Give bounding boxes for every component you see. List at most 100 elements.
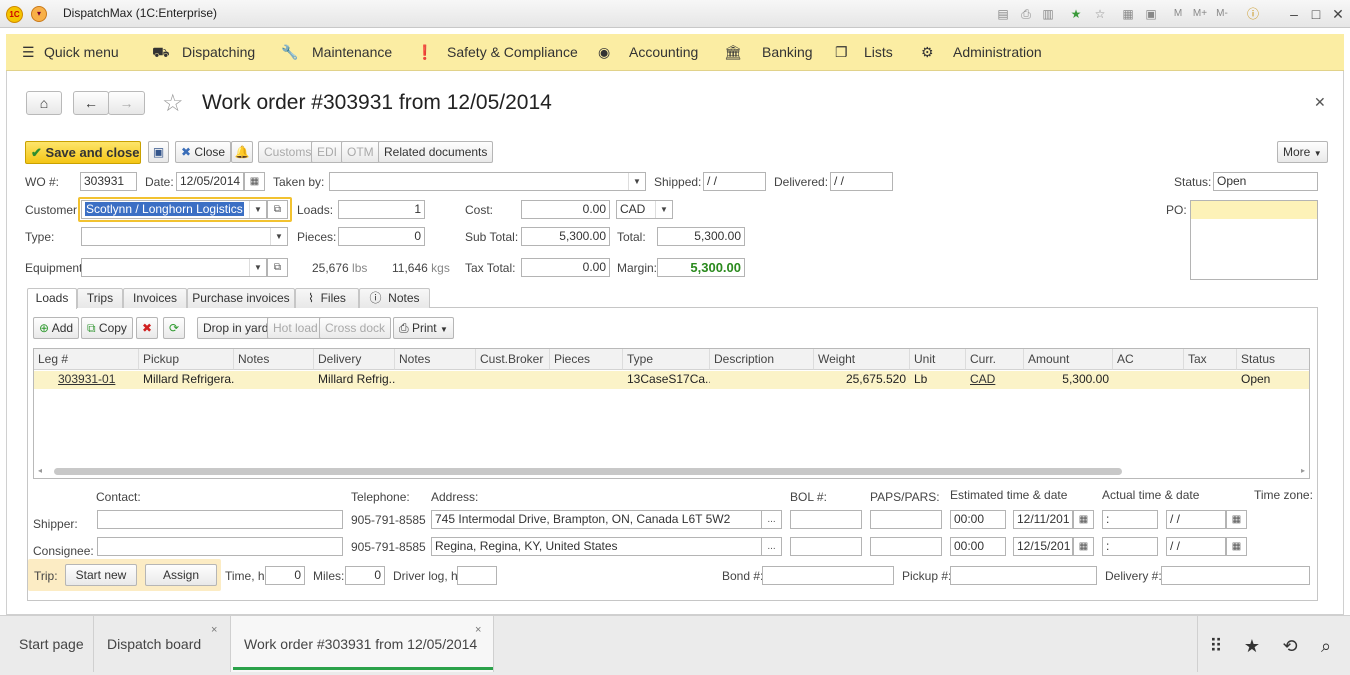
menu-dispatching[interactable]: ⛟ Dispatching [152,34,255,71]
info-icon[interactable]: ⓘ [1245,6,1261,22]
tab-notes[interactable]: ⓘ Notes [359,288,430,308]
pieces-field[interactable]: 0 [338,227,425,246]
minimize-icon[interactable]: – [1284,4,1304,24]
print-icon[interactable]: ⎙ [1018,6,1034,22]
calendar-picker-icon[interactable]: ▦ [244,172,265,191]
refresh-button[interactable]: ⟳ [163,317,185,339]
shipper-address-field[interactable]: 745 Intermodal Drive, Brampton, ON, Cana… [431,510,762,529]
history-icon[interactable]: ⟲ [1279,635,1301,657]
loads-field[interactable]: 1 [338,200,425,219]
consignee-address-select-button[interactable]: ... [761,537,782,556]
column-header[interactable]: Weight [814,349,910,370]
scroll-left-icon[interactable]: ◂ [38,466,42,475]
column-header[interactable]: Leg # [34,349,139,370]
dropdown-arrow-icon[interactable]: ▼ [655,201,672,218]
start-new-trip-button[interactable]: Start new [65,564,137,586]
menu-accounting[interactable]: ◉ Accounting [598,34,698,71]
assign-trip-button[interactable]: Assign [145,564,217,586]
taken-by-field[interactable]: ▼ [329,172,646,191]
shipper-est-time-field[interactable]: 00:00 [950,510,1006,529]
back-button[interactable]: ← [73,91,109,115]
column-header[interactable]: Description [710,349,814,370]
shipper-paps-field[interactable] [870,510,942,529]
menu-safety-compliance[interactable]: ❗ Safety & Compliance [416,34,578,71]
equipment-field[interactable]: ▼ [81,258,267,277]
column-header[interactable]: Cust.Broker [476,349,550,370]
column-header[interactable]: Pickup [139,349,234,370]
menu-banking[interactable]: 🏛 Banking [724,34,813,71]
favorites-star-icon[interactable]: ★ [1241,635,1263,657]
leg-number-link[interactable]: 303931-01 [54,371,139,389]
dropdown-arrow-icon[interactable]: ▼ [270,228,287,245]
consignee-est-date-field[interactable]: 12/15/201 [1013,537,1073,556]
shipper-contact-field[interactable] [97,510,343,529]
delivered-date-field[interactable]: / / [830,172,893,191]
menu-administration[interactable]: ⚙ Administration [921,34,1042,71]
miles-field[interactable]: 0 [345,566,385,585]
dropdown-arrow-icon[interactable]: ▼ [249,201,266,218]
currency-field[interactable]: CAD ▼ [616,200,673,219]
consignee-actual-time-field[interactable]: : [1102,537,1158,556]
main-menu-button[interactable]: ▾ [31,6,47,22]
shipper-address-select-button[interactable]: ... [761,510,782,529]
save-disk-button[interactable]: ▣ [148,141,169,163]
close-tab-icon[interactable]: × [475,624,481,636]
column-header[interactable]: Status [1237,349,1309,370]
shipper-actual-time-field[interactable]: : [1102,510,1158,529]
calendar-icon[interactable]: ▣ [1143,6,1159,22]
shipped-date-field[interactable]: / / [703,172,766,191]
tab-files[interactable]: ⌇ Files [295,288,359,308]
memory-m-icon[interactable]: M [1170,6,1186,22]
apps-grid-icon[interactable]: ⠿ [1205,635,1227,657]
taxtotal-field[interactable]: 0.00 [521,258,610,277]
close-button[interactable]: ✖ Close [175,141,232,163]
customs-button[interactable]: Customs [258,141,318,163]
horizontal-scrollbar[interactable] [54,468,1122,475]
bond-field[interactable] [762,566,894,585]
tab-loads[interactable]: Loads [27,288,77,309]
wo-number-field[interactable]: 303931 [80,172,137,191]
taskbar-tab-work-order[interactable]: Work order #303931 from 12/05/2014 [231,616,494,672]
cross-dock-button[interactable]: Cross dock [319,317,392,339]
save-icon[interactable]: ▤ [995,6,1011,22]
print-button[interactable]: ⎙ Print ▼ [393,317,454,339]
column-header[interactable]: Delivery [314,349,395,370]
column-header[interactable]: Amount [1024,349,1113,370]
driverlog-field[interactable] [457,566,497,585]
calendar-picker-icon[interactable]: ▦ [1226,537,1247,556]
taskbar-tab-start-page[interactable]: Start page [6,616,94,672]
column-header[interactable]: Curr. [966,349,1024,370]
time-field[interactable]: 0 [265,566,305,585]
calendar-picker-icon[interactable]: ▦ [1226,510,1247,529]
currency-link[interactable]: CAD [966,371,1024,389]
date-field[interactable]: 12/05/2014 [176,172,244,191]
shipper-bol-field[interactable] [790,510,862,529]
column-header[interactable]: Unit [910,349,966,370]
memory-plus-icon[interactable]: M+ [1192,6,1208,22]
menu-quick-menu[interactable]: ☰ Quick menu [22,34,119,71]
drop-in-yard-button[interactable]: Drop in yard [197,317,275,339]
close-tab-icon[interactable]: × [211,624,217,636]
dropdown-arrow-icon[interactable]: ▼ [628,173,645,190]
hot-load-button[interactable]: Hot load [267,317,324,339]
edi-button[interactable]: EDI [311,141,344,163]
alarm-bell-button[interactable]: 🔔 [231,141,253,163]
column-header[interactable]: Notes [395,349,476,370]
total-field[interactable]: 5,300.00 [657,227,745,246]
pickup-number-field[interactable] [950,566,1097,585]
subtotal-field[interactable]: 5,300.00 [521,227,610,246]
tab-invoices[interactable]: Invoices [123,288,187,308]
menu-lists[interactable]: ❐ Lists [835,34,893,71]
copy-button[interactable]: ⧉ Copy [81,317,133,339]
column-header[interactable]: AC [1113,349,1184,370]
scroll-right-icon[interactable]: ▸ [1301,466,1305,475]
open-equipment-icon[interactable]: ⧉ [267,258,288,277]
status-field[interactable]: Open [1213,172,1318,191]
home-button[interactable]: ⌂ [26,91,62,115]
po-textarea[interactable] [1190,200,1318,280]
shipper-actual-date-field[interactable]: / / [1166,510,1226,529]
close-form-icon[interactable]: ✕ [1314,94,1326,111]
maximize-icon[interactable]: □ [1306,4,1326,24]
consignee-contact-field[interactable] [97,537,343,556]
column-header[interactable]: Notes [234,349,314,370]
